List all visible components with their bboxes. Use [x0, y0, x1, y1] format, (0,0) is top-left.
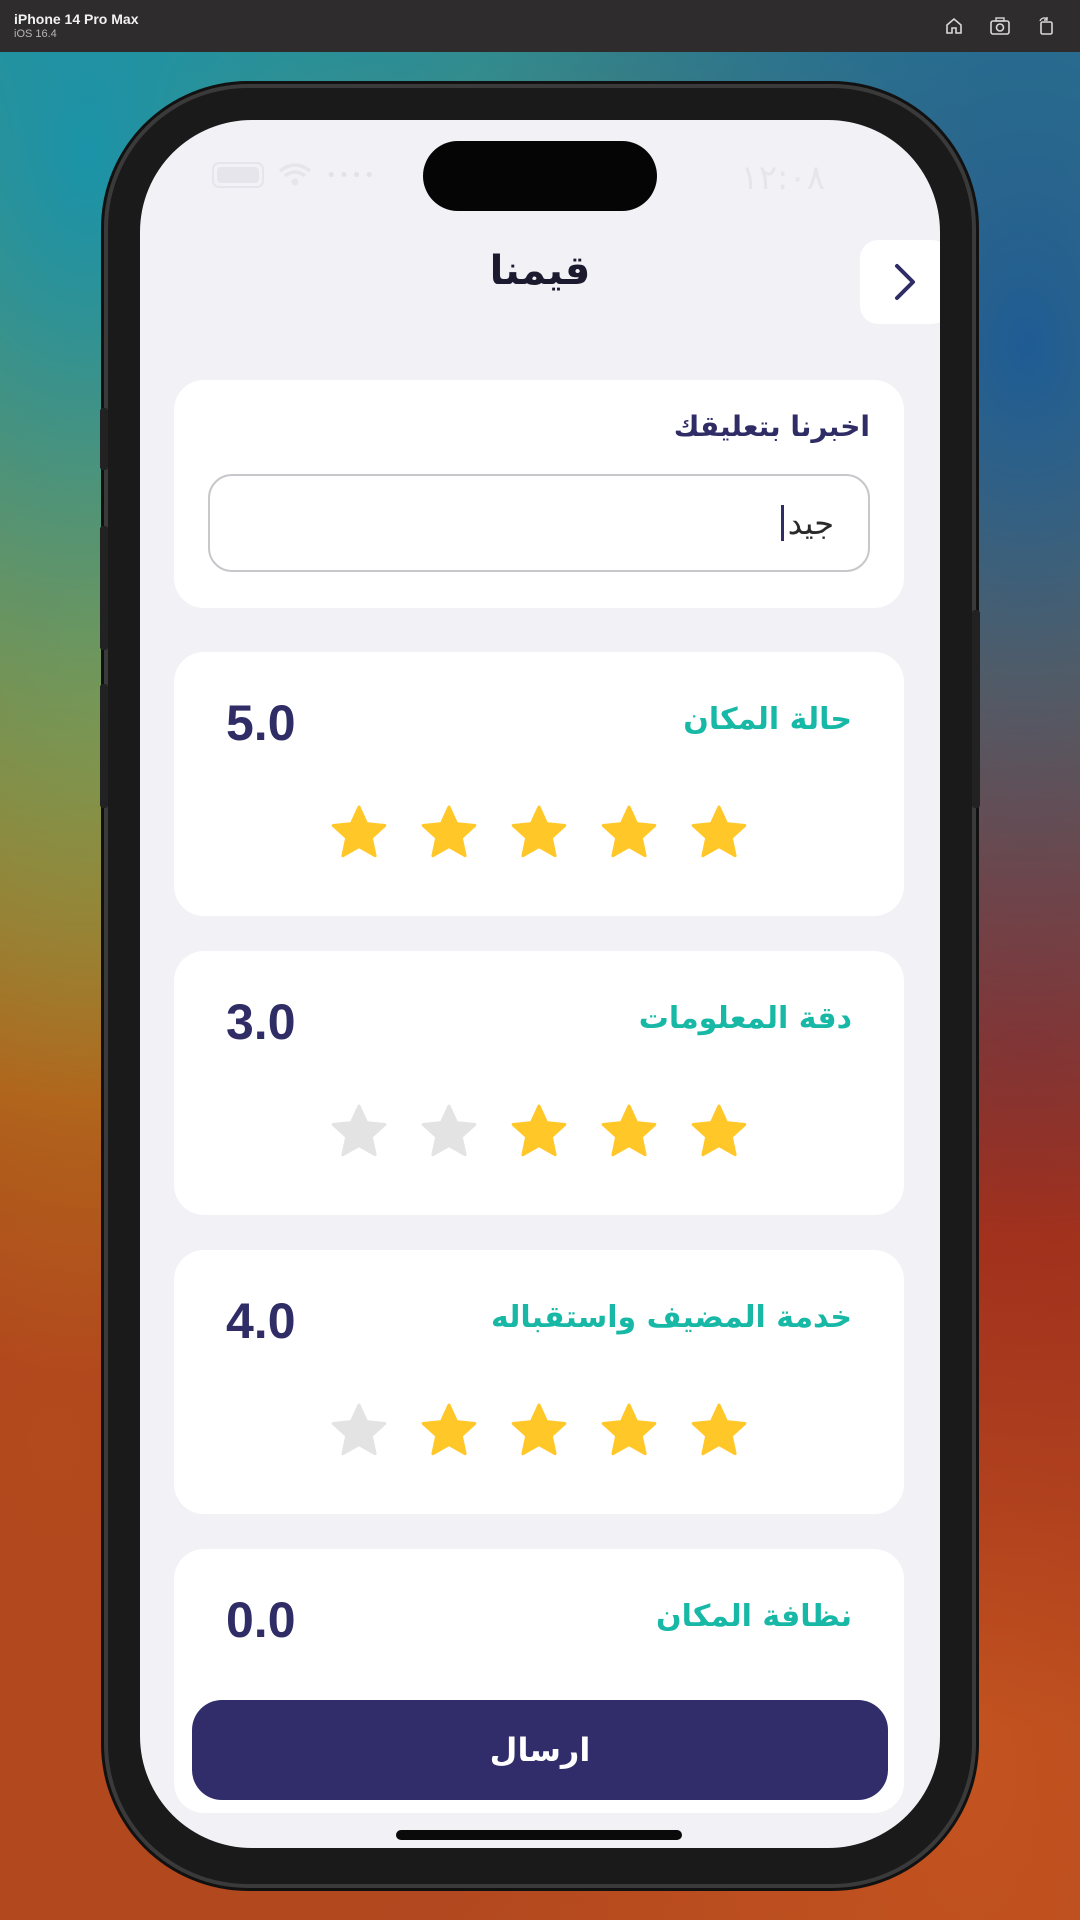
rating-value: 5.0	[226, 695, 296, 751]
os-version: iOS 16.4	[14, 28, 57, 40]
star-filled-icon[interactable]	[419, 1402, 479, 1462]
star-rating[interactable]	[174, 1402, 904, 1462]
status-icons: ••••	[212, 162, 376, 188]
app-screen: •••• ١٢:٠٨ قيمنا اخبرنا بتعليقك جيد حالة…	[140, 120, 940, 1848]
star-filled-icon[interactable]	[599, 1103, 659, 1163]
star-filled-icon[interactable]	[509, 1103, 569, 1163]
rating-card-host-service: خدمة المضيف واستقباله 4.0	[174, 1250, 904, 1514]
rating-label: نظافة المكان	[655, 1599, 852, 1634]
star-filled-icon[interactable]	[689, 1402, 749, 1462]
rating-value: 4.0	[226, 1293, 296, 1349]
star-rating[interactable]	[174, 804, 904, 864]
side-button-power	[972, 610, 980, 808]
star-rating[interactable]	[174, 1103, 904, 1163]
signal-icon: ••••	[326, 164, 377, 186]
submit-button[interactable]: ارسال	[192, 1700, 888, 1800]
rating-label: دقة المعلومات	[638, 1001, 852, 1036]
simulator-toolbar: iPhone 14 Pro Max iOS 16.4	[0, 0, 1080, 52]
star-empty-icon[interactable]	[419, 1103, 479, 1163]
feedback-input-value: جيد	[787, 504, 834, 542]
back-button[interactable]	[860, 240, 940, 324]
star-filled-icon[interactable]	[419, 804, 479, 864]
side-button-volume-up	[100, 526, 108, 650]
star-filled-icon[interactable]	[329, 804, 389, 864]
page-title: قيمنا	[489, 248, 591, 294]
star-filled-icon[interactable]	[689, 804, 749, 864]
rating-card-info-accuracy: دقة المعلومات 3.0	[174, 951, 904, 1215]
battery-icon	[212, 162, 264, 188]
status-time: ١٢:٠٨	[740, 158, 825, 198]
feedback-card: اخبرنا بتعليقك جيد	[174, 380, 904, 608]
star-filled-icon[interactable]	[509, 1402, 569, 1462]
rating-value: 0.0	[226, 1592, 296, 1648]
chevron-right-icon	[895, 264, 915, 300]
rating-value: 3.0	[226, 994, 296, 1050]
rating-label: حالة المكان	[683, 702, 852, 737]
star-filled-icon[interactable]	[599, 1402, 659, 1462]
star-empty-icon[interactable]	[329, 1402, 389, 1462]
star-empty-icon[interactable]	[329, 1103, 389, 1163]
feedback-input[interactable]: جيد	[208, 474, 870, 572]
screenshot-icon[interactable]	[988, 14, 1012, 38]
wifi-icon	[278, 163, 312, 186]
device-name: iPhone 14 Pro Max	[14, 11, 139, 27]
text-caret	[780, 505, 784, 541]
rating-card-place-condition: حالة المكان 5.0	[174, 652, 904, 916]
star-filled-icon[interactable]	[509, 804, 569, 864]
rotate-icon[interactable]	[1034, 14, 1058, 38]
home-icon[interactable]	[942, 14, 966, 38]
dynamic-island	[423, 141, 657, 211]
star-filled-icon[interactable]	[599, 804, 659, 864]
side-button-mute	[100, 408, 108, 470]
feedback-label: اخبرنا بتعليقك	[673, 410, 870, 443]
home-indicator	[396, 1830, 682, 1840]
star-filled-icon[interactable]	[689, 1103, 749, 1163]
rating-label: خدمة المضيف واستقباله	[490, 1300, 852, 1335]
side-button-volume-down	[100, 684, 108, 808]
